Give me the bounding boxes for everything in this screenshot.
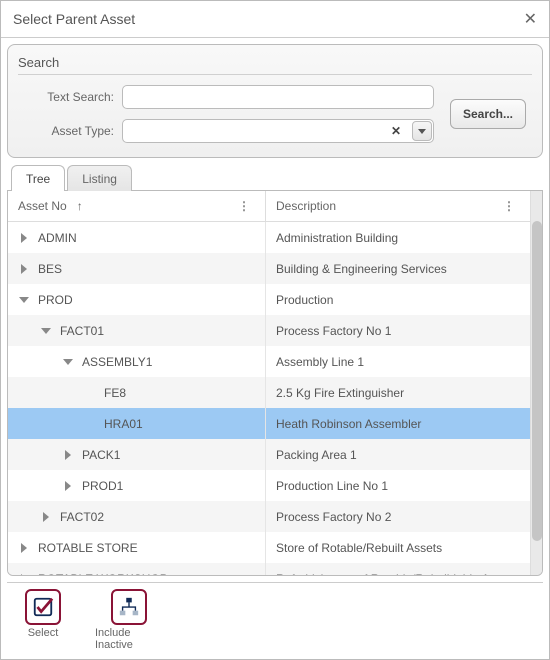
text-search-row: Text Search: (34, 85, 434, 109)
select-label: Select (28, 627, 59, 639)
column-description-label: Description (276, 199, 336, 213)
titlebar: Select Parent Asset ✕ (1, 1, 549, 38)
expand-icon[interactable] (14, 569, 34, 576)
table-row[interactable]: FACT01 Process Factory No 1 (8, 315, 530, 346)
check-icon (25, 589, 61, 625)
clear-icon[interactable]: ✕ (386, 119, 406, 143)
column-description[interactable]: Description ⋮ (266, 191, 530, 221)
search-title: Search (18, 51, 532, 75)
collapse-icon[interactable] (36, 321, 56, 341)
cell-description: Process Factory No 2 (266, 501, 530, 532)
cell-asset-no: FACT01 (8, 315, 266, 346)
include-inactive-button[interactable]: Include Inactive (93, 587, 165, 653)
grid-body: ADMIN Administration Building BES Building … (8, 222, 530, 575)
table-row[interactable]: ROTABLE STORE Store of Rotable/Rebuilt As… (8, 532, 530, 563)
collapse-icon[interactable] (58, 352, 78, 372)
tree-tab-content: Asset No ↑ ⋮ Description ⋮ ADMIN Administ… (7, 190, 543, 576)
chevron-down-icon (418, 129, 426, 134)
asset-no-value: ASSEMBLY1 (78, 355, 152, 369)
table-row[interactable]: PROD Production (8, 284, 530, 315)
asset-no-value: PACK1 (78, 448, 120, 462)
cell-description: Building & Engineering Services (266, 253, 530, 284)
cell-asset-no: PROD1 (8, 470, 266, 501)
vertical-scrollbar[interactable] (530, 191, 542, 575)
asset-no-value: FACT02 (56, 510, 104, 524)
search-panel: Search Text Search: Asset Type: ✕ (7, 44, 543, 158)
cell-description: Packing Area 1 (266, 439, 530, 470)
asset-no-value: FE8 (100, 386, 126, 400)
table-row[interactable]: PROD1 Production Line No 1 (8, 470, 530, 501)
expand-icon[interactable] (58, 476, 78, 496)
text-search-input[interactable] (122, 85, 434, 109)
include-inactive-label: Include Inactive (95, 627, 163, 651)
cell-description: Refurbishment of Rotable/Rebuildable Ass… (266, 563, 530, 575)
column-menu-icon[interactable]: ⋮ (232, 199, 255, 213)
text-search-label: Text Search: (34, 90, 114, 104)
asset-type-row: Asset Type: ✕ (34, 119, 434, 143)
table-row[interactable]: ASSEMBLY1 Assembly Line 1 (8, 346, 530, 377)
cell-description: Heath Robinson Assembler (266, 408, 530, 439)
cell-description: 2.5 Kg Fire Extinguisher (266, 377, 530, 408)
table-row[interactable]: FACT02 Process Factory No 2 (8, 501, 530, 532)
dropdown-button[interactable] (412, 121, 432, 141)
select-button[interactable]: Select (7, 587, 79, 653)
scrollbar-thumb[interactable] (532, 221, 542, 541)
asset-type-label: Asset Type: (34, 124, 114, 138)
asset-no-value: ADMIN (34, 231, 77, 245)
asset-no-value: ROTABLE STORE (34, 541, 138, 555)
asset-no-value: FACT01 (56, 324, 104, 338)
cell-asset-no: PACK1 (8, 439, 266, 470)
table-row[interactable]: PACK1 Packing Area 1 (8, 439, 530, 470)
cell-description: Store of Rotable/Rebuilt Assets (266, 532, 530, 563)
table-row[interactable]: HRA01 Heath Robinson Assembler (8, 408, 530, 439)
expand-icon[interactable] (36, 507, 56, 527)
cell-description: Administration Building (266, 222, 530, 253)
cell-asset-no: BES (8, 253, 266, 284)
cell-asset-no: HRA01 (8, 408, 266, 439)
table-row[interactable]: ROTABLE WORKSHOP Refurbishment of Rotable… (8, 563, 530, 575)
tab-listing[interactable]: Listing (67, 165, 132, 191)
asset-no-value: BES (34, 262, 62, 276)
expand-icon[interactable] (14, 228, 34, 248)
cell-description: Production Line No 1 (266, 470, 530, 501)
column-asset-no[interactable]: Asset No ↑ ⋮ (8, 191, 266, 221)
table-row[interactable]: ADMIN Administration Building (8, 222, 530, 253)
collapse-icon[interactable] (14, 290, 34, 310)
cell-asset-no: PROD (8, 284, 266, 315)
table-row[interactable]: FE8 2.5 Kg Fire Extinguisher (8, 377, 530, 408)
cell-asset-no: ROTABLE STORE (8, 532, 266, 563)
asset-no-value: HRA01 (100, 417, 143, 431)
cell-asset-no: ROTABLE WORKSHOP (8, 563, 266, 575)
close-icon[interactable]: ✕ (524, 9, 537, 29)
expand-icon[interactable] (58, 445, 78, 465)
leaf-spacer (80, 383, 100, 403)
cell-description: Process Factory No 1 (266, 315, 530, 346)
cell-asset-no: ASSEMBLY1 (8, 346, 266, 377)
asset-grid: Asset No ↑ ⋮ Description ⋮ ADMIN Administ… (8, 191, 542, 575)
dialog-title: Select Parent Asset (13, 11, 524, 27)
sort-asc-icon: ↑ (77, 199, 83, 213)
asset-no-value: PROD (34, 293, 73, 307)
select-parent-asset-dialog: Select Parent Asset ✕ Search Text Search… (0, 0, 550, 660)
grid-header: Asset No ↑ ⋮ Description ⋮ (8, 191, 530, 222)
column-asset-label: Asset No (18, 199, 67, 213)
search-button[interactable]: Search... (450, 99, 526, 129)
cell-description: Production (266, 284, 530, 315)
action-bar: Select Include Inactive (7, 582, 543, 653)
hierarchy-icon (111, 589, 147, 625)
tabstrip: TreeListing (7, 164, 543, 190)
expand-icon[interactable] (14, 259, 34, 279)
column-menu-icon[interactable]: ⋮ (497, 199, 520, 213)
cell-description: Assembly Line 1 (266, 346, 530, 377)
leaf-spacer (80, 414, 100, 434)
cell-asset-no: FE8 (8, 377, 266, 408)
asset-no-value: PROD1 (78, 479, 123, 493)
asset-no-value: ROTABLE WORKSHOP (34, 572, 168, 576)
tab-tree[interactable]: Tree (11, 165, 65, 191)
cell-asset-no: FACT02 (8, 501, 266, 532)
table-row[interactable]: BES Building & Engineering Services (8, 253, 530, 284)
expand-icon[interactable] (14, 538, 34, 558)
cell-asset-no: ADMIN (8, 222, 266, 253)
